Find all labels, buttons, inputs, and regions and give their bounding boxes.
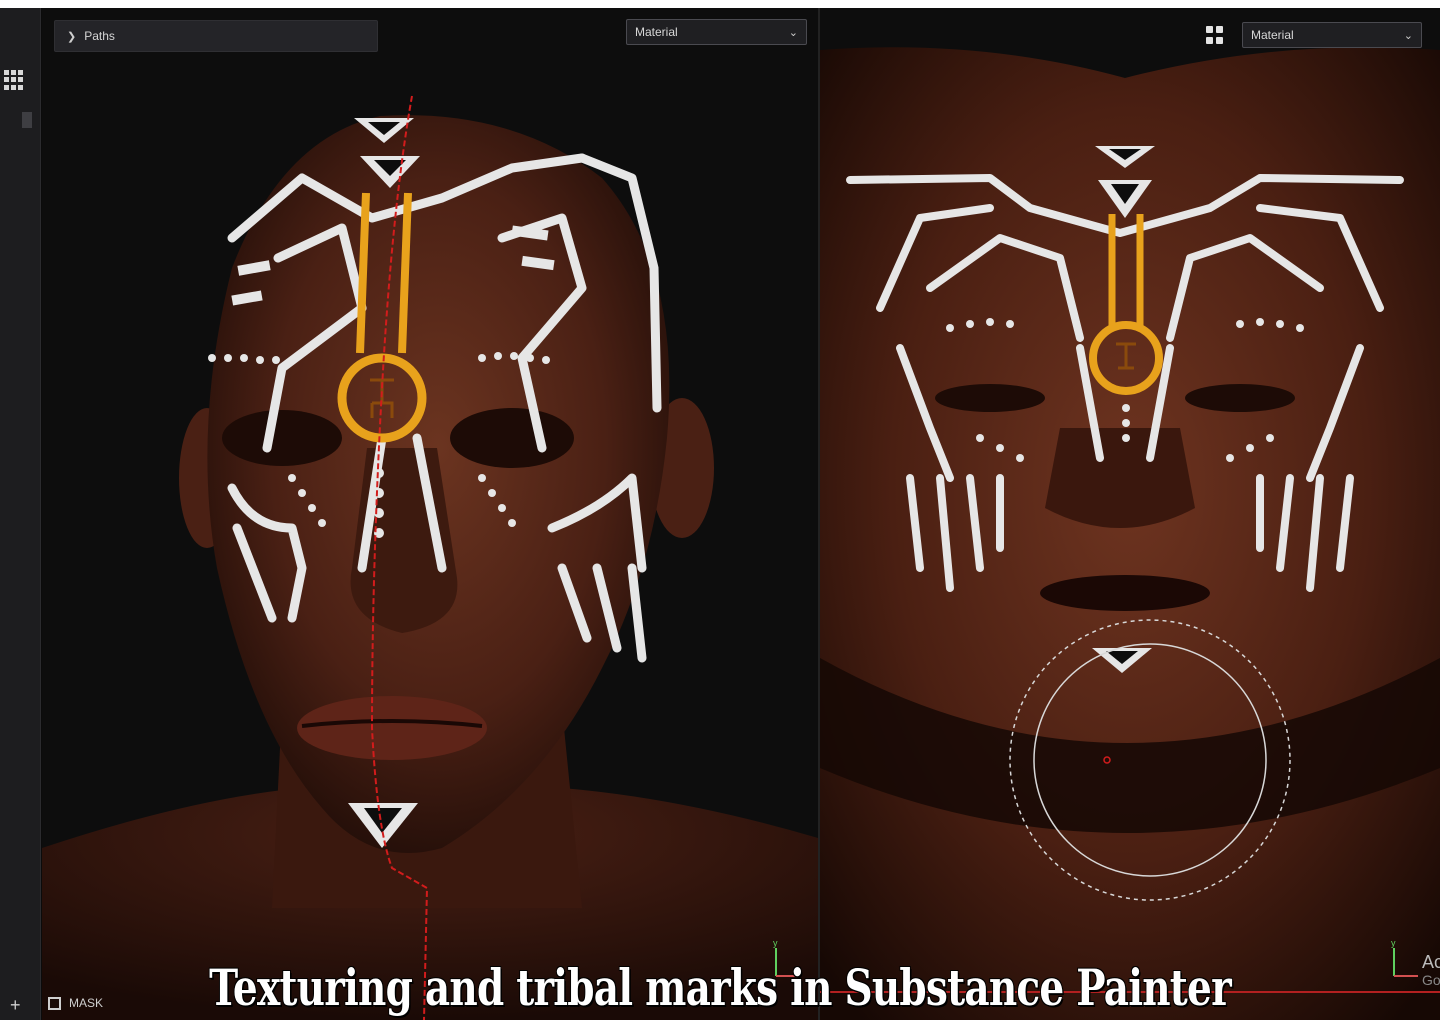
paths-label: Paths — [84, 29, 115, 43]
viewport-2d[interactable]: y Material ⌄ — [820, 8, 1440, 1020]
edge-text-line2: Go — [1422, 972, 1440, 988]
material-select[interactable]: Material ⌄ — [626, 19, 807, 45]
caption-title: Texturing and tribal marks in Substance … — [209, 958, 1231, 1017]
edge-text-line1: Ac — [1422, 952, 1440, 972]
svg-text:y: y — [1391, 938, 1396, 948]
chevron-down-icon: ⌄ — [1403, 29, 1413, 42]
viewport-3d[interactable]: y ❯ Paths Material ⌄ MASK — [42, 8, 818, 1020]
chevron-right-icon[interactable]: ❯ — [67, 30, 76, 43]
edge-text: Ac Go — [1422, 953, 1440, 989]
head-3d-render: y — [42, 95, 818, 1020]
chevron-down-icon: ⌄ — [788, 26, 798, 39]
mask-icon — [48, 996, 61, 1010]
grid-icon[interactable] — [4, 70, 24, 90]
mask-toggle[interactable]: MASK — [48, 996, 103, 1010]
uv-texture-render: y — [820, 47, 1440, 1020]
svg-text:y: y — [773, 938, 778, 948]
material-select-value: Material — [635, 25, 678, 39]
tool-strip: + — [0, 8, 41, 1020]
material-select-2d[interactable]: Material ⌄ — [1242, 22, 1422, 48]
material-select-2d-value: Material — [1251, 28, 1294, 42]
mask-label: MASK — [69, 996, 104, 1010]
paths-panel[interactable]: ❯ Paths — [54, 20, 378, 52]
plus-icon[interactable]: + — [10, 996, 21, 1014]
substance-painter-window: + y ❯ Paths Material ⌄ MASK y Material ⌄… — [0, 8, 1440, 1020]
view-mode-icon[interactable] — [1206, 26, 1224, 44]
tool-strip-scrollbar[interactable] — [22, 112, 32, 128]
